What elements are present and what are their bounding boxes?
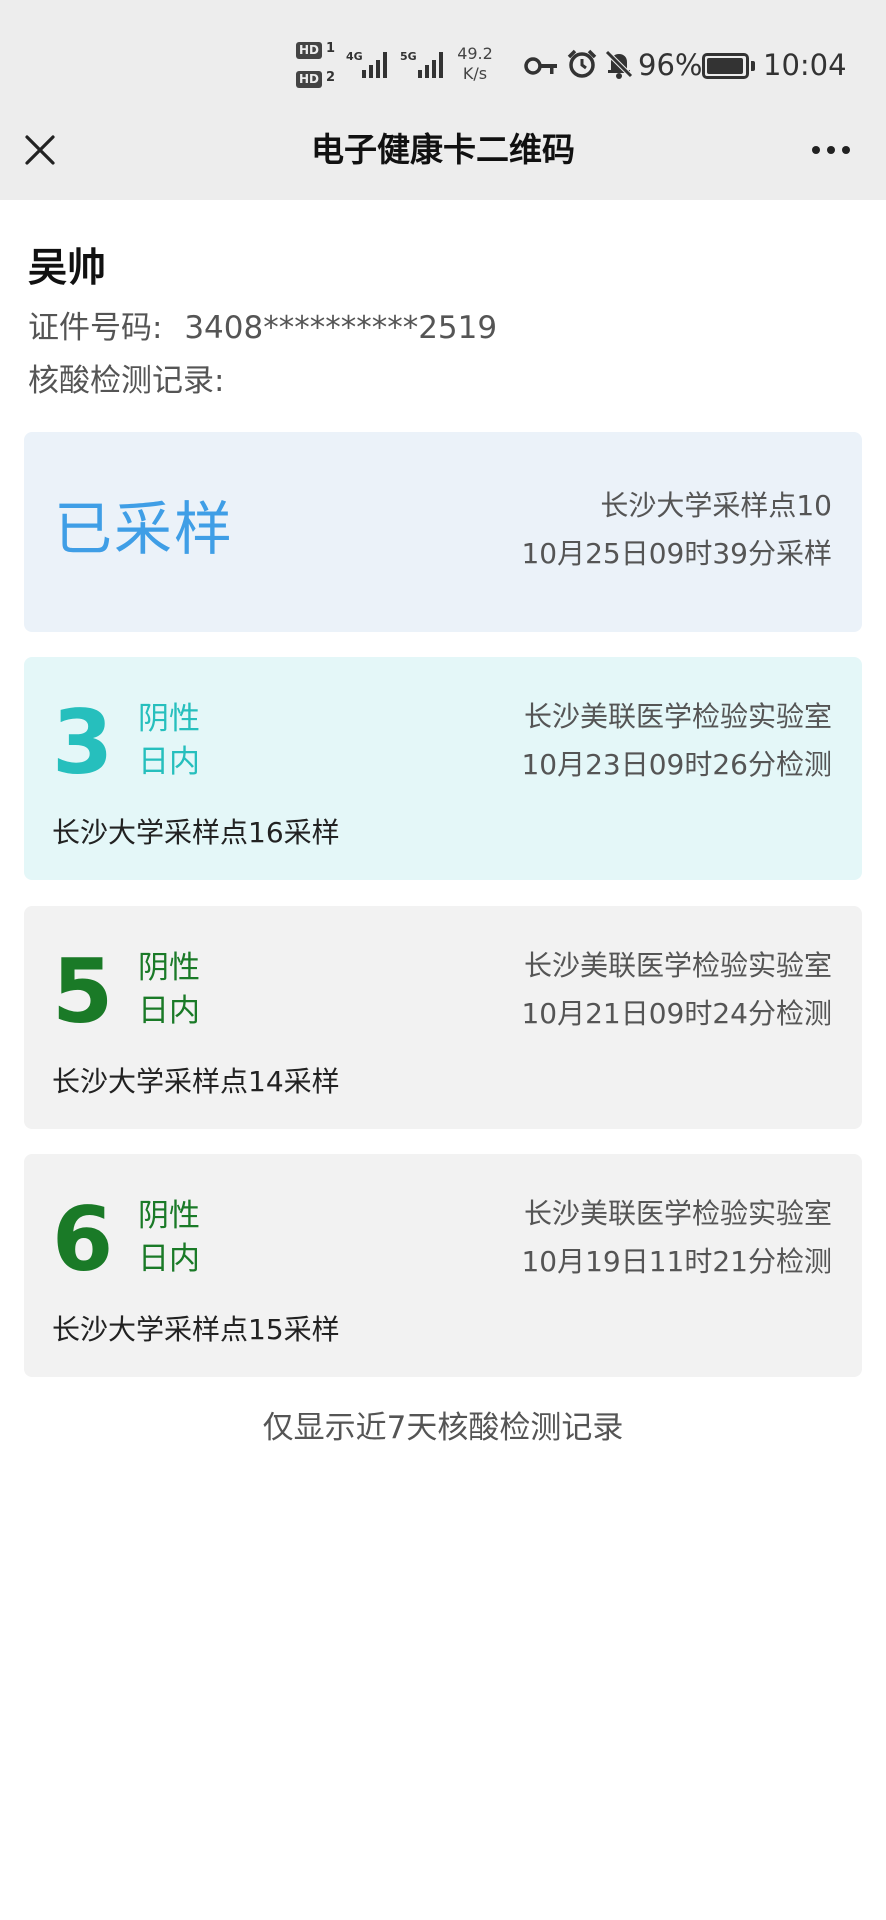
test-record-card[interactable]: 3 阴性 日内 长沙美联医学检验实验室 10月23日09时26分检测 长沙大学采… bbox=[24, 657, 862, 880]
within-label: 日内 bbox=[138, 1241, 200, 1277]
hd-sim-1: 1 bbox=[326, 41, 336, 56]
result-label: 阴性 bbox=[138, 1198, 200, 1234]
network-type-2: 5G bbox=[400, 50, 417, 63]
test-time: 10月21日09时24分检测 bbox=[521, 997, 832, 1030]
hd-badge-1: HD bbox=[296, 42, 323, 59]
id-number-row: 证件号码: 3408**********2519 bbox=[28, 308, 497, 348]
hd-sim-2: 2 bbox=[326, 70, 336, 85]
test-time: 10月23日09时26分检测 bbox=[521, 748, 832, 781]
test-time: 10月19日11时21分检测 bbox=[521, 1245, 832, 1278]
speed-value: 49.2 bbox=[457, 44, 493, 63]
nav-bar: 电子健康卡二维码 bbox=[0, 100, 886, 200]
sampled-site: 长沙大学采样点10 bbox=[600, 489, 832, 522]
sampled-status: 已采样 bbox=[54, 495, 235, 563]
footnote: 仅显示近7天核酸检测记录 bbox=[262, 1410, 624, 1446]
battery-fill bbox=[707, 58, 743, 74]
more-button[interactable] bbox=[804, 124, 858, 176]
close-icon bbox=[25, 135, 55, 165]
user-name: 吴帅 bbox=[28, 246, 107, 291]
battery-percent: 96% bbox=[638, 48, 703, 82]
status-time: 10:04 bbox=[763, 48, 847, 82]
record-title: 核酸检测记录: bbox=[28, 363, 225, 399]
speed-unit: K/s bbox=[462, 64, 488, 83]
days-count: 5 bbox=[52, 940, 114, 1043]
battery-tip bbox=[751, 61, 755, 71]
hd-badge-2: HD bbox=[296, 71, 323, 88]
lab-name: 长沙美联医学检验实验室 bbox=[523, 1197, 832, 1230]
key-icon bbox=[524, 57, 557, 75]
sampled-time: 10月25日09时39分采样 bbox=[521, 537, 832, 570]
days-count: 6 bbox=[52, 1188, 114, 1291]
close-button[interactable] bbox=[14, 124, 66, 176]
sample-site: 长沙大学采样点15采样 bbox=[52, 1313, 340, 1346]
alarm-icon bbox=[567, 49, 597, 78]
more-icon bbox=[812, 146, 850, 154]
lab-name: 长沙美联医学检验实验室 bbox=[523, 949, 832, 982]
battery-icon bbox=[702, 53, 749, 79]
id-label: 证件号码: bbox=[28, 310, 163, 346]
sampled-card[interactable]: 已采样 长沙大学采样点10 10月25日09时39分采样 bbox=[24, 432, 862, 632]
page-title: 电子健康卡二维码 bbox=[311, 130, 575, 169]
id-value: 3408**********2519 bbox=[184, 310, 498, 346]
signal-icon-1 bbox=[362, 52, 387, 78]
result-label: 阴性 bbox=[138, 950, 200, 986]
lab-name: 长沙美联医学检验实验室 bbox=[523, 700, 832, 733]
within-label: 日内 bbox=[138, 993, 200, 1029]
network-type-1: 4G bbox=[346, 50, 363, 63]
days-count: 3 bbox=[52, 691, 114, 794]
network-speed: 49.2 K/s bbox=[450, 44, 500, 84]
test-record-card[interactable]: 5 阴性 日内 长沙美联医学检验实验室 10月21日09时24分检测 长沙大学采… bbox=[24, 906, 862, 1129]
within-label: 日内 bbox=[138, 744, 200, 780]
status-bar: HD 1 HD 2 4G 5G 49.2 K/s 96% 10:04 bbox=[0, 0, 886, 100]
sample-site: 长沙大学采样点16采样 bbox=[52, 816, 340, 849]
sample-site: 长沙大学采样点14采样 bbox=[52, 1065, 340, 1098]
signal-icon-2 bbox=[418, 52, 443, 78]
mute-bell-icon bbox=[605, 50, 633, 79]
test-record-card[interactable]: 6 阴性 日内 长沙美联医学检验实验室 10月19日11时21分检测 长沙大学采… bbox=[24, 1154, 862, 1377]
result-label: 阴性 bbox=[138, 701, 200, 737]
